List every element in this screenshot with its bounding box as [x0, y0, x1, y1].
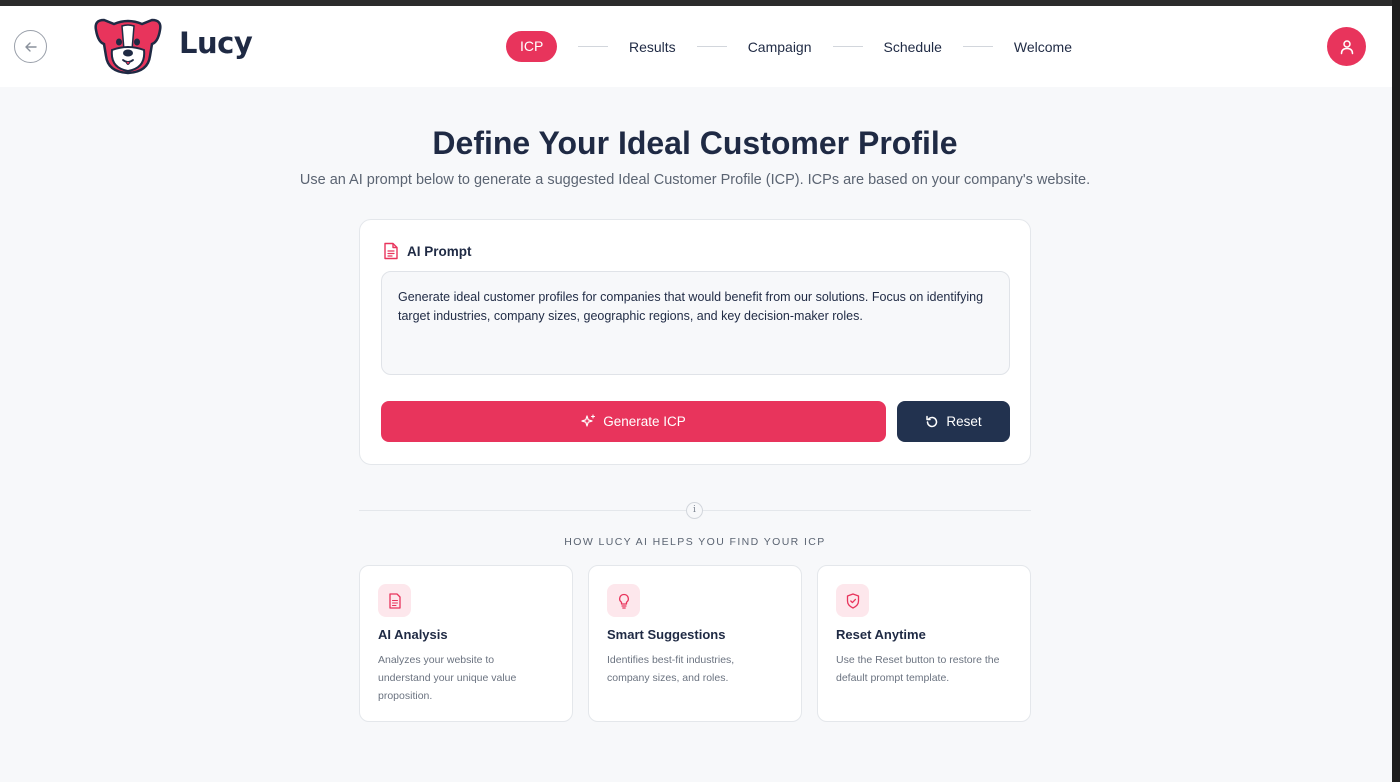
reset-label: Reset — [946, 414, 982, 429]
feature-title: Smart Suggestions — [607, 627, 726, 642]
feature-card-ai-analysis: AI Analysis Analyzes your website to und… — [359, 565, 573, 722]
reset-button[interactable]: Reset — [897, 401, 1010, 442]
step-connector — [962, 46, 993, 47]
generate-icp-label: Generate ICP — [603, 414, 686, 429]
step-icp[interactable]: ICP — [506, 31, 557, 62]
feature-description: Use the Reset button to restore the defa… — [836, 654, 1000, 684]
document-icon — [384, 242, 398, 260]
info-icon: i — [686, 502, 703, 519]
step-schedule[interactable]: Schedule — [884, 39, 942, 55]
step-campaign[interactable]: Campaign — [748, 39, 812, 55]
shield-icon — [836, 584, 869, 617]
ai-prompt-card: AI Prompt Generate ideal customer profil… — [359, 219, 1031, 465]
ai-prompt-header: AI Prompt — [383, 242, 472, 260]
step-connector — [578, 46, 608, 47]
lightbulb-icon — [607, 584, 640, 617]
feature-title: AI Analysis — [378, 627, 448, 642]
feature-title: Reset Anytime — [836, 627, 926, 642]
step-results[interactable]: Results — [629, 39, 676, 55]
arrow-left-icon — [24, 41, 37, 52]
window-scrollbar[interactable] — [1392, 0, 1400, 782]
brand-name: Lucy — [179, 26, 253, 60]
feature-card-smart-suggestions: Smart Suggestions Identifies best-fit in… — [588, 565, 802, 722]
feature-card-reset-anytime: Reset Anytime Use the Reset button to re… — [817, 565, 1031, 722]
feature-description: Analyzes your website to understand your… — [378, 654, 517, 702]
app-header: Lucy ICP Results Campaign Schedule Welco… — [0, 6, 1392, 87]
ai-prompt-label: AI Prompt — [407, 243, 472, 259]
page-title: Define Your Ideal Customer Profile — [432, 125, 958, 161]
user-avatar-button[interactable] — [1327, 27, 1366, 66]
back-button[interactable] — [14, 30, 47, 63]
user-icon — [1340, 39, 1353, 54]
generate-icp-button[interactable]: Generate ICP — [381, 401, 886, 442]
progress-steps: ICP Results Campaign Schedule Welcome — [506, 31, 1072, 62]
step-connector — [832, 46, 863, 47]
how-section-label: HOW LUCY AI HELPS YOU FIND YOUR ICP — [564, 536, 826, 548]
rotate-ccw-icon — [925, 415, 939, 429]
page-subtitle: Use an AI prompt below to generate a sug… — [299, 172, 1091, 188]
step-connector — [696, 46, 727, 47]
document-icon — [378, 584, 411, 617]
step-welcome[interactable]: Welcome — [1014, 39, 1072, 55]
sparkles-icon — [581, 414, 596, 429]
dog-logo-icon — [94, 18, 162, 75]
ai-prompt-input[interactable]: Generate ideal customer profiles for com… — [381, 271, 1010, 375]
feature-description: Identifies best-fit industries, company … — [607, 654, 735, 684]
